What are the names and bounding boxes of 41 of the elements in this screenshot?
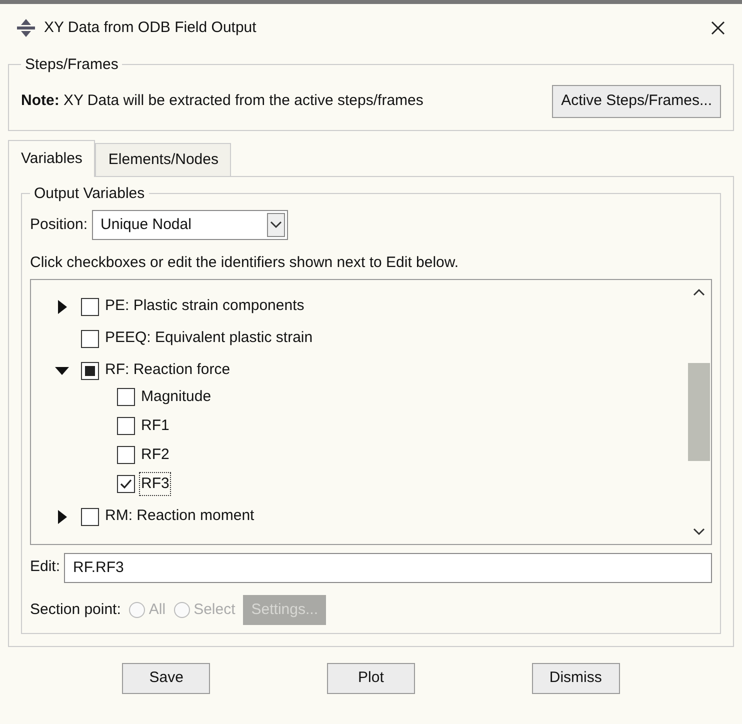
tree-item[interactable]: PEEQ: Equivalent plastic strain xyxy=(105,327,313,350)
tree-item[interactable]: RF1 xyxy=(139,414,172,438)
checkbox[interactable] xyxy=(81,298,99,316)
radio-label: Select xyxy=(194,600,236,620)
checkbox[interactable] xyxy=(117,388,135,406)
tree-item[interactable]: RF3 xyxy=(139,472,172,496)
checkbox[interactable] xyxy=(81,330,99,348)
dialog-button[interactable]: Dismiss xyxy=(532,663,620,694)
checkmark-icon xyxy=(119,477,133,491)
tree-item[interactable]: RF2 xyxy=(139,442,172,468)
tree-item[interactable]: RM: Reaction moment xyxy=(105,505,254,528)
app-icon xyxy=(16,18,36,38)
section-point-label: Section point: xyxy=(30,600,121,620)
radio-label: All xyxy=(148,600,166,620)
checkbox[interactable] xyxy=(117,446,135,464)
note-text: Note: XY Data will be extracted from the active steps/frames xyxy=(21,91,424,111)
expand-arrow-icon[interactable] xyxy=(55,300,69,314)
dialog-button[interactable]: Save xyxy=(122,663,210,694)
active-steps-button[interactable]: Active Steps/Frames... xyxy=(552,85,721,118)
scroll-down-icon[interactable] xyxy=(693,528,705,536)
expand-arrow-icon[interactable] xyxy=(55,510,69,524)
tree-item[interactable]: PE: Plastic strain components xyxy=(105,295,304,318)
hint-text: Click checkboxes or edit the identifiers shown next to Edit below. xyxy=(30,253,460,273)
checkbox[interactable] xyxy=(81,508,99,526)
position-dropdown[interactable]: Unique Nodal xyxy=(92,210,288,240)
partial-check-icon xyxy=(85,366,95,376)
tab[interactable]: Variables xyxy=(8,140,96,177)
close-icon[interactable] xyxy=(710,20,726,36)
edit-label: Edit: xyxy=(30,557,60,578)
tree-item[interactable]: Magnitude xyxy=(139,384,214,410)
scroll-up-icon[interactable] xyxy=(693,288,705,296)
dialog-button[interactable]: Plot xyxy=(326,663,415,694)
tab[interactable]: Elements/Nodes xyxy=(95,142,232,176)
scroll-thumb[interactable] xyxy=(688,362,710,460)
tree-item[interactable]: RF: Reaction force xyxy=(105,359,230,382)
position-label: Position: xyxy=(30,214,88,235)
checkbox[interactable] xyxy=(81,362,99,380)
checkbox[interactable] xyxy=(117,417,135,435)
window-title: XY Data from ODB Field Output xyxy=(44,18,258,38)
edit-field[interactable]: RF.RF3 xyxy=(64,552,712,582)
checkbox[interactable] xyxy=(117,475,135,493)
